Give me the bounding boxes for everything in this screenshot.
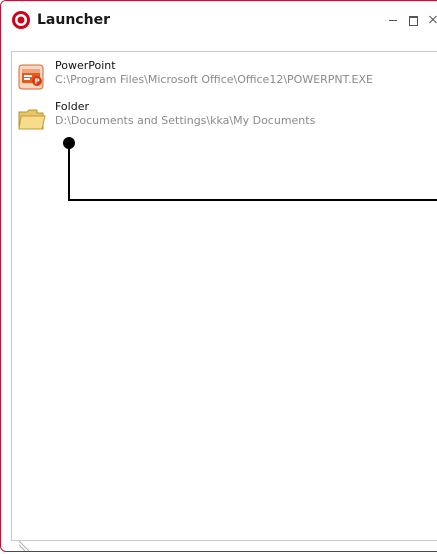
launcher-window: Launcher P PowerPoint C:\Program Files\M… [0, 0, 437, 552]
item-path: D:\Documents and Settings\kka\My Documen… [55, 114, 316, 127]
launcher-list: P PowerPoint C:\Program Files\Microsoft … [11, 51, 437, 541]
list-item-folder[interactable]: Folder D:\Documents and Settings\kka\My … [12, 99, 437, 141]
window-title: Launcher [37, 12, 110, 28]
list-item-powerpoint[interactable]: P PowerPoint C:\Program Files\Microsoft … [12, 58, 437, 100]
window-controls [387, 11, 437, 29]
app-logo-icon [12, 11, 30, 29]
title-bar[interactable]: Launcher [1, 1, 437, 39]
folder-icon [18, 109, 46, 130]
item-name: PowerPoint [55, 59, 116, 72]
close-icon[interactable] [427, 14, 437, 26]
powerpoint-icon: P [18, 64, 44, 90]
maximize-icon[interactable] [407, 14, 419, 26]
minimize-icon[interactable] [387, 14, 399, 26]
svg-text:P: P [35, 78, 40, 86]
item-name: Folder [55, 100, 89, 113]
item-path: C:\Program Files\Microsoft Office\Office… [55, 73, 373, 86]
resize-grip-icon[interactable] [19, 541, 29, 551]
